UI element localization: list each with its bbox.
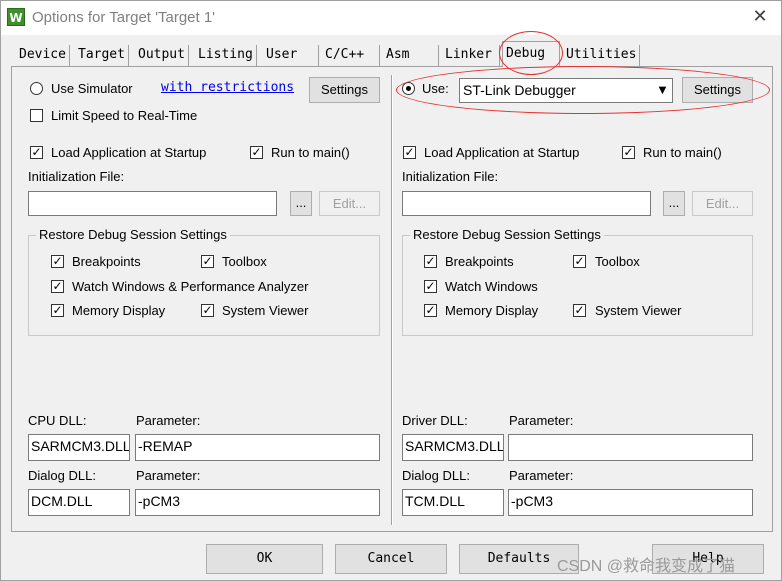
use-label: Use:	[422, 81, 449, 96]
chevron-down-icon[interactable]: ▼	[653, 79, 672, 102]
left-watch-windows-checkbox[interactable]: ✓	[51, 280, 64, 293]
driver-dll-label: Driver DLL:	[402, 413, 468, 428]
driver-dll-parameter-label: Parameter:	[509, 413, 574, 428]
right-load-app-checkbox[interactable]: ✓	[403, 146, 416, 159]
left-init-file-label: Initialization File:	[28, 169, 125, 184]
use-debugger-radio[interactable]	[402, 82, 415, 95]
debugger-select-value: ST-Link Debugger	[463, 82, 576, 98]
restrictions-link[interactable]: with restrictions	[161, 80, 294, 95]
left-load-app-checkbox[interactable]: ✓	[30, 146, 43, 159]
left-dialog-dll-parameter-label: Parameter:	[136, 468, 201, 483]
cpu-dll-parameter-input[interactable]: -REMAP	[135, 434, 380, 461]
right-toolbox-checkbox[interactable]: ✓	[573, 255, 586, 268]
left-watch-windows-label: Watch Windows & Performance Analyzer	[72, 279, 309, 294]
left-system-viewer-checkbox[interactable]: ✓	[201, 304, 214, 317]
right-breakpoints-checkbox[interactable]: ✓	[424, 255, 437, 268]
left-run-to-main-label: Run to main()	[271, 145, 350, 160]
left-memory-display-label: Memory Display	[72, 303, 166, 318]
left-init-file-input[interactable]	[28, 191, 277, 216]
limit-speed-checkbox[interactable]	[30, 109, 43, 122]
left-dialog-dll-parameter-input[interactable]: -pCM3	[135, 489, 380, 516]
tab-target[interactable]: Target	[75, 45, 129, 66]
left-edit-button[interactable]: Edit...	[319, 191, 380, 216]
tab-utilities[interactable]: Utilities	[563, 45, 641, 66]
tab-c-cpp[interactable]: C/C++	[322, 45, 380, 66]
tab-asm[interactable]: Asm	[383, 45, 439, 66]
close-button[interactable]: ✕	[745, 5, 775, 31]
right-dialog-dll-parameter-input[interactable]: -pCM3	[508, 489, 753, 516]
left-dialog-dll-label: Dialog DLL:	[28, 468, 96, 483]
use-simulator-label: Use Simulator	[51, 81, 133, 96]
simulator-settings-button[interactable]: Settings	[309, 77, 380, 103]
tab-output[interactable]: Output	[135, 45, 189, 66]
left-restore-group-title: Restore Debug Session Settings	[36, 227, 230, 242]
right-run-to-main-checkbox[interactable]: ✓	[622, 146, 635, 159]
cancel-button[interactable]: Cancel	[335, 544, 447, 574]
use-simulator-radio[interactable]	[30, 82, 43, 95]
right-breakpoints-label: Breakpoints	[445, 254, 514, 269]
right-dialog-dll-input[interactable]: TCM.DLL	[402, 489, 504, 516]
right-edit-button[interactable]: Edit...	[692, 191, 753, 216]
tab-device[interactable]: Device	[16, 45, 70, 66]
panel-divider	[391, 75, 393, 525]
left-toolbox-checkbox[interactable]: ✓	[201, 255, 214, 268]
right-watch-windows-checkbox[interactable]: ✓	[424, 280, 437, 293]
limit-speed-label: Limit Speed to Real-Time	[51, 108, 198, 123]
cpu-dll-input[interactable]: SARMCM3.DLL	[28, 434, 130, 461]
cpu-dll-parameter-label: Parameter:	[136, 413, 201, 428]
right-run-to-main-label: Run to main()	[643, 145, 722, 160]
tab-linker[interactable]: Linker	[442, 45, 500, 66]
right-toolbox-label: Toolbox	[595, 254, 640, 269]
left-load-app-label: Load Application at Startup	[51, 145, 207, 160]
driver-dll-input[interactable]: SARMCM3.DLL	[402, 434, 504, 461]
title-bar: W Options for Target 'Target 1' ✕	[1, 1, 781, 35]
left-dialog-dll-input[interactable]: DCM.DLL	[28, 489, 130, 516]
app-icon: W	[7, 8, 25, 26]
watermark: CSDN @救命我变成了猫	[557, 558, 736, 575]
tab-listing[interactable]: Listing	[195, 45, 257, 66]
cpu-dll-label: CPU DLL:	[28, 413, 87, 428]
right-system-viewer-checkbox[interactable]: ✓	[573, 304, 586, 317]
debugger-settings-button[interactable]: Settings	[682, 77, 753, 103]
right-memory-display-checkbox[interactable]: ✓	[424, 304, 437, 317]
left-memory-display-checkbox[interactable]: ✓	[51, 304, 64, 317]
options-dialog: W Options for Target 'Target 1' ✕ Device…	[0, 0, 782, 581]
window-title: Options for Target 'Target 1'	[32, 9, 216, 26]
driver-dll-parameter-input[interactable]	[508, 434, 753, 461]
right-init-file-label: Initialization File:	[402, 169, 499, 184]
right-watch-windows-label: Watch Windows	[445, 279, 538, 294]
right-system-viewer-label: System Viewer	[595, 303, 682, 318]
left-breakpoints-label: Breakpoints	[72, 254, 141, 269]
right-init-file-input[interactable]	[402, 191, 651, 216]
left-system-viewer-label: System Viewer	[222, 303, 309, 318]
left-toolbox-label: Toolbox	[222, 254, 267, 269]
right-restore-group-title: Restore Debug Session Settings	[410, 227, 604, 242]
left-breakpoints-checkbox[interactable]: ✓	[51, 255, 64, 268]
left-run-to-main-checkbox[interactable]: ✓	[250, 146, 263, 159]
right-browse-button[interactable]: ...	[663, 191, 685, 216]
right-dialog-dll-label: Dialog DLL:	[402, 468, 470, 483]
tab-debug[interactable]: Debug	[502, 41, 560, 67]
right-load-app-label: Load Application at Startup	[424, 145, 580, 160]
tab-user[interactable]: User	[263, 45, 319, 66]
right-dialog-dll-parameter-label: Parameter:	[509, 468, 574, 483]
debugger-select[interactable]: ST-Link Debugger ▼	[459, 78, 673, 103]
left-browse-button[interactable]: ...	[290, 191, 312, 216]
right-memory-display-label: Memory Display	[445, 303, 539, 318]
ok-button[interactable]: OK	[206, 544, 323, 574]
